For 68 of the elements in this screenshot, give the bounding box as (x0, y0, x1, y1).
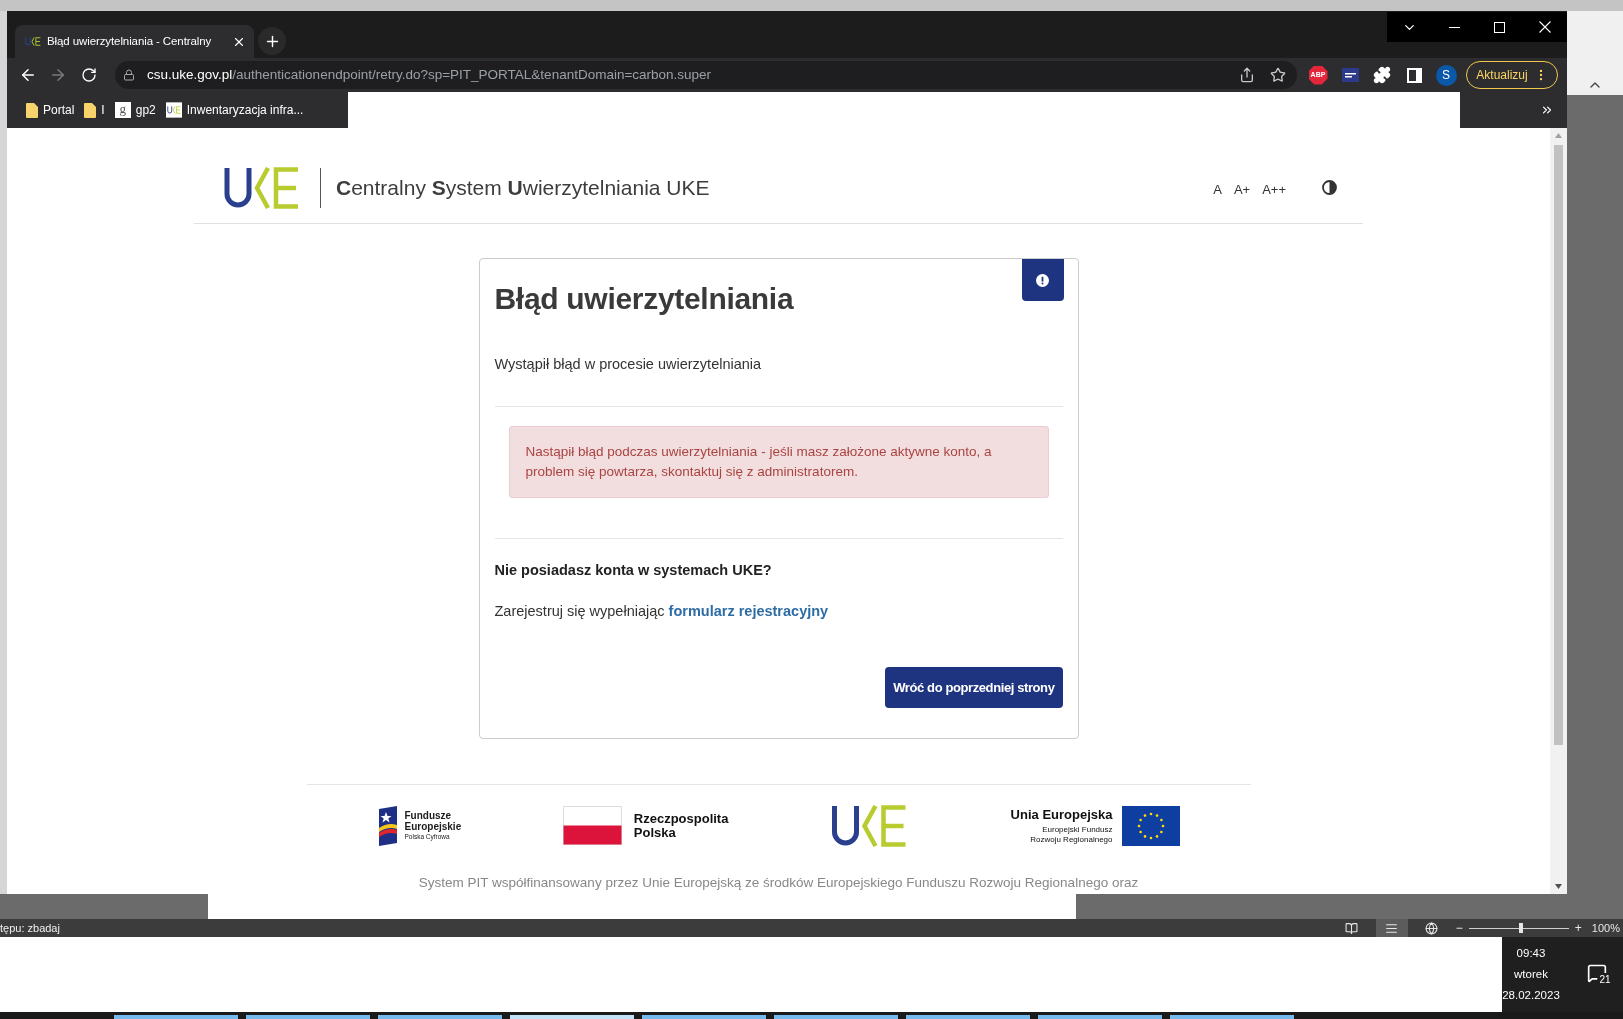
view-button[interactable] (1375, 919, 1408, 937)
info-button[interactable] (1021, 259, 1064, 301)
logo-icon (165, 102, 182, 118)
clock-date: 28.02.2023 (1502, 988, 1560, 1003)
status-text: tępu: zbadaj (0, 920, 60, 936)
exclamation-icon (1036, 273, 1049, 287)
site-title: Centralny System Uwierzytelniania UKE (336, 174, 710, 201)
font-size-button[interactable]: A (1211, 179, 1224, 200)
puzzle-icon[interactable] (1373, 66, 1391, 84)
notifications-button[interactable]: 21 (1587, 962, 1613, 987)
footer-text: System PIT współfinansowany przez Unie Europejską ze środków Europejskiego Funduszu Rozwoju Regionalnego oraz (418, 874, 1139, 892)
logo-text: Europejskie (404, 821, 462, 832)
zoom-slider-thumb[interactable] (1518, 923, 1523, 933)
clock-day: wtorek (1514, 964, 1548, 985)
logo-text: Rzeczpospolita (633, 811, 729, 826)
register-heading: Nie posiadasz konta w systemach UKE? (494, 561, 772, 580)
scrollbar-thumb[interactable] (1554, 145, 1563, 745)
error-message: Wystąpił błąd w procesie uwierzytelniania (494, 355, 762, 374)
bookmark[interactable]: I (79, 97, 110, 123)
logo-text: Fundusze (404, 810, 452, 821)
chevrons-right-icon[interactable] (1540, 103, 1554, 117)
emblem-icon (376, 805, 399, 846)
logo-text: Unia Europejska (1010, 806, 1113, 823)
bookmark[interactable]: g gp2 (109, 97, 161, 123)
book-icon (1345, 921, 1359, 935)
folder-icon (84, 102, 97, 118)
tab-title: Błąd uwierzytelniania - Centralny (47, 33, 213, 49)
contrast-icon[interactable] (1322, 180, 1337, 195)
close-icon (1538, 21, 1551, 33)
favicon-letter: g (114, 102, 131, 118)
registration-link[interactable]: formularz rejestracyjny (668, 603, 829, 619)
back-button[interactable]: Wróć do poprzedniej strony (885, 667, 1063, 708)
font-size-button[interactable]: A+ (1231, 179, 1253, 200)
logo-caption: Rozwoju Regionalnego (1030, 834, 1113, 845)
zoom-out-button[interactable]: − (1455, 919, 1463, 937)
scroll-down-icon[interactable] (1555, 884, 1562, 889)
profile-avatar[interactable]: S (1435, 64, 1457, 86)
zoom-in-button[interactable]: + (1574, 919, 1582, 937)
forward-arrow-icon (49, 66, 67, 84)
flag-icon (562, 806, 622, 845)
folder-icon (26, 102, 38, 118)
bookmark[interactable]: Portal (21, 97, 80, 123)
card-title: Błąd uwierzytelniania (494, 281, 794, 317)
error-alert: Nastąpił błąd podczas uwierzytelniania - jeśli masz założone aktywne konto, a problem się powtarza, skontaktuj się z administratorem. (508, 426, 1049, 498)
card-icon[interactable] (1341, 68, 1359, 82)
page-lines-icon (1385, 921, 1399, 935)
url-text: csu.uke.gov.pl/authenticationendpoint/retry.do?sp=PIT_PORTAL&tenantDomain=carbon.super (147, 65, 712, 84)
minimize-icon (1449, 26, 1460, 28)
logo-icon (25, 37, 41, 46)
star-icon[interactable] (1270, 67, 1286, 83)
zoom-level: 100% (1591, 920, 1620, 936)
share-icon[interactable] (1239, 67, 1255, 83)
new-tab-button[interactable] (258, 27, 286, 55)
address-bar[interactable]: csu.uke.gov.pl/authenticationendpoint/retry.do?sp=PIT_PORTAL&tenantDomain=carbon.super (115, 61, 1297, 89)
browser-tab[interactable]: Błąd uwierzytelniania - Centralny (15, 25, 254, 58)
bookmark[interactable]: Inwentaryzacja infra... (160, 97, 309, 123)
globe-icon (1425, 921, 1439, 935)
reload-icon (81, 67, 97, 83)
logo-caption: Europejski Fundusz (1042, 824, 1113, 835)
logo-text: Polska (633, 825, 676, 840)
sidebar-icon[interactable] (1406, 67, 1422, 83)
zoom-slider[interactable] (1468, 923, 1569, 933)
maximize-icon (1494, 21, 1505, 33)
clock-time: 09:43 (1516, 946, 1546, 961)
lock-icon (123, 69, 135, 81)
register-text: Zarejestruj się wypełniając formularz rejestracyjny (494, 602, 829, 621)
flag-icon (1122, 805, 1181, 846)
font-size-button[interactable]: A++ (1260, 179, 1288, 200)
